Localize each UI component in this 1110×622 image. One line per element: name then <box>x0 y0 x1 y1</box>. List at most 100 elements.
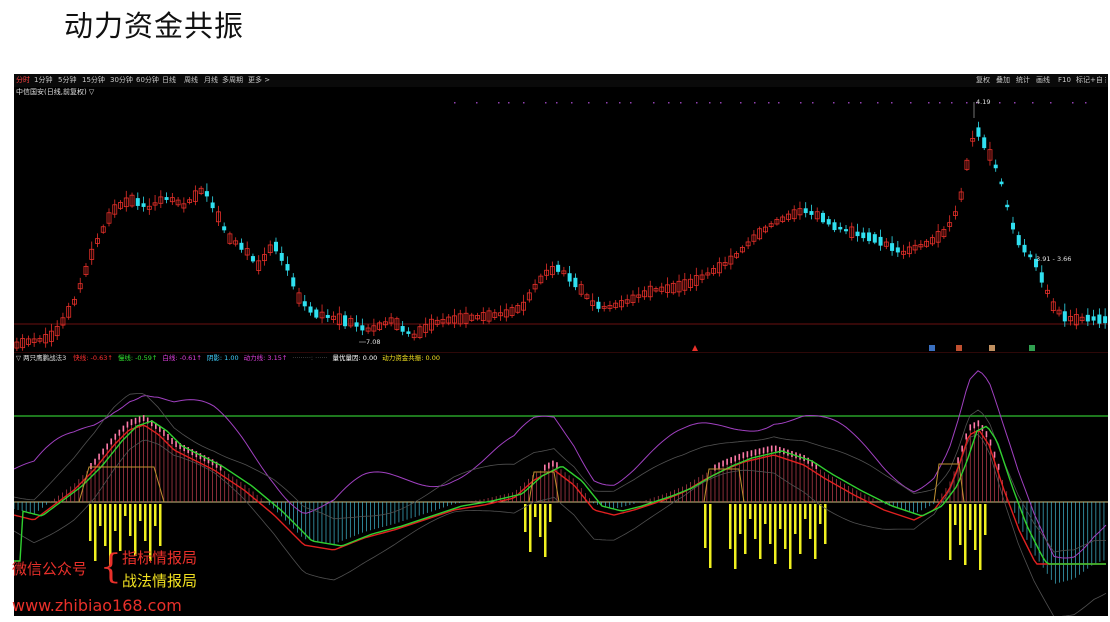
price-kline-chart[interactable]: 4.19 7.08 3.91 - 3.66 <box>14 98 1108 353</box>
candle-body-down <box>1005 204 1010 208</box>
pink-peak-bar <box>734 455 737 462</box>
event-marker-0[interactable] <box>929 345 935 351</box>
pink-peak-bar <box>746 451 749 458</box>
toolbar-right-item-3[interactable]: 画线 <box>1036 74 1050 87</box>
indicator-value-7: 动力资金共振: 0.00 <box>382 354 441 362</box>
signal-dot <box>508 102 510 104</box>
watermark-line1: 指标情报局 <box>122 549 198 567</box>
pink-peak-bar <box>977 420 980 427</box>
watermark-url: www.zhibiao168.com <box>12 596 182 615</box>
period-tab-10[interactable]: 更多 > <box>248 74 270 87</box>
candle-body-down <box>982 137 987 149</box>
signal-dot <box>740 102 742 104</box>
yellow-signal-bar <box>974 504 977 550</box>
signal-dot <box>588 102 590 104</box>
high-price-label: 4.19 <box>976 98 990 106</box>
yellow-signal-bar <box>814 504 817 559</box>
page-title: 动力资金共振 <box>64 9 245 43</box>
watermark: 微信公众号 { 指标情报局 战法情报局 www.zhibiao168.com <box>0 546 240 622</box>
yellow-signal-bar <box>529 504 532 552</box>
low-price-label: 7.08 <box>366 338 380 346</box>
candle-body-down <box>878 236 883 246</box>
pink-peak-bar <box>730 457 732 464</box>
period-tab-3[interactable]: 15分钟 <box>82 74 105 87</box>
chart-window[interactable]: 分时 1分钟 5分钟 15分钟 30分钟 60分钟 日线 周线 月线 多周期 更多 > 复权 叠加 统计画… <box>14 74 1108 616</box>
signal-dot <box>910 102 912 104</box>
signal-dot <box>1014 102 1016 104</box>
period-tab-7[interactable]: 周线 <box>184 74 198 87</box>
signal-dot <box>928 102 930 104</box>
indicator-value-6: 量优量因: 0.00 <box>332 354 378 362</box>
toolbar-right-item-0[interactable]: 复权 <box>976 74 990 87</box>
toolbar-right-item-6[interactable]: +自 <box>1090 74 1103 87</box>
pink-peak-bar <box>556 462 558 469</box>
toolbar-right-item-5[interactable]: 标记 <box>1076 74 1090 87</box>
yellow-signal-bar <box>524 504 527 532</box>
signal-dot <box>860 102 862 104</box>
candle-body-down <box>803 208 808 214</box>
candle-body-down <box>1097 314 1102 324</box>
period-tab-2[interactable]: 5分钟 <box>58 74 76 87</box>
period-tab-6[interactable]: 日线 <box>162 74 176 87</box>
indicator-value-5: ·········: ······ <box>292 354 328 362</box>
period-tab-8[interactable]: 月线 <box>204 74 218 87</box>
toolbar-right-item-1[interactable]: 叠加 <box>996 74 1010 87</box>
slow-line <box>14 420 1106 565</box>
signal-dot <box>680 102 682 104</box>
range-price-label: 3.91 - 3.66 <box>1036 255 1071 263</box>
pink-peak-bar <box>171 438 173 445</box>
yellow-signal-bar <box>809 504 812 539</box>
yellow-signal-bar <box>104 504 107 546</box>
event-marker-2[interactable] <box>989 345 995 351</box>
yellow-signal-bar <box>764 504 767 524</box>
period-tab-9[interactable]: 多周期 <box>222 74 243 87</box>
candle-body-down <box>855 231 860 237</box>
candle-body-down <box>141 203 146 207</box>
yellow-signal-bar <box>799 504 802 554</box>
event-marker-1[interactable] <box>956 345 962 351</box>
candle-body-down <box>308 306 313 313</box>
yellow-signal-bar <box>954 504 957 525</box>
yellow-signal-bar <box>794 504 797 534</box>
candle-body-down <box>596 301 601 309</box>
pink-peak-bar <box>543 464 546 471</box>
indicator-name[interactable]: ▽ 两只鹰鹏战法3 <box>16 354 66 362</box>
toolbar-right-item-2[interactable]: 统计 <box>1016 74 1030 87</box>
signal-dot <box>556 102 558 104</box>
period-tab-1[interactable]: 1分钟 <box>34 74 52 87</box>
yellow-signal-bar <box>949 504 952 560</box>
candle-body-down <box>343 315 348 327</box>
yellow-signal-bar <box>154 504 157 526</box>
toolbar-right-item-4[interactable]: F10 <box>1058 74 1071 87</box>
pink-peak-bar <box>973 422 976 429</box>
yellow-signal-bar <box>824 504 827 544</box>
candle-body-down <box>844 229 849 232</box>
event-marker-3[interactable] <box>1029 345 1035 351</box>
stock-name-label[interactable]: 中信国安(日线,前复权) ▽ <box>16 87 94 98</box>
pink-peak-bar <box>175 441 177 448</box>
signal-dot <box>571 102 573 104</box>
candle-body-down <box>820 212 825 223</box>
pink-peak-bar <box>94 458 96 465</box>
pink-peak-bar <box>957 457 959 464</box>
pink-peak-bar <box>807 457 809 464</box>
period-tab-0[interactable]: 分时 <box>16 74 30 87</box>
yellow-signal-bar <box>964 504 967 565</box>
signal-dot <box>454 102 456 104</box>
candle-body-down <box>867 232 872 242</box>
pink-peak-bar <box>742 452 745 459</box>
period-tab-4[interactable]: 30分钟 <box>110 74 133 87</box>
pink-peak-bar <box>754 449 757 456</box>
yellow-signal-bar <box>984 504 987 535</box>
period-tab-5[interactable]: 60分钟 <box>136 74 159 87</box>
signal-dot <box>778 102 780 104</box>
toolbar-right-item-7[interactable]: ⋮ <box>1102 74 1108 87</box>
pink-peak-bar <box>758 448 761 455</box>
indicator-header: ▽ 两只鹰鹏战法3 快线: -0.63↑ 慢线: -0.59↑ 白线: -0.61↑… <box>16 353 445 364</box>
candle-body-down <box>872 234 877 243</box>
watermark-label: 微信公众号 <box>12 560 88 578</box>
candle-body-down <box>890 243 895 251</box>
yellow-signal-bar <box>759 504 762 559</box>
pink-peak-bar <box>167 433 169 440</box>
yellow-signal-bar <box>119 504 122 551</box>
